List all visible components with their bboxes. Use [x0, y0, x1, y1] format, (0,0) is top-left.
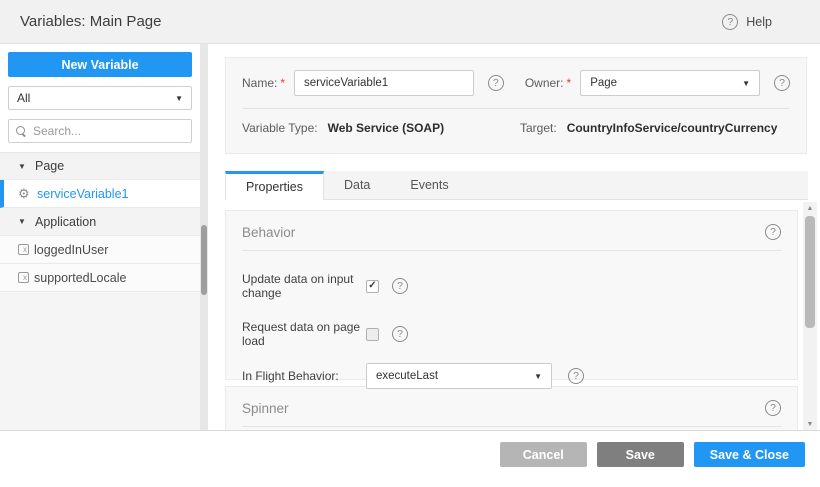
tab-data[interactable]: Data [324, 171, 390, 199]
request-data-checkbox[interactable]: ✓ [366, 328, 379, 341]
tree-group-application[interactable]: ▼ Application [0, 208, 200, 236]
divider [242, 426, 781, 427]
variables-dialog: Variables: Main Page ? Help New Variable… [0, 0, 820, 487]
update-data-checkbox[interactable]: ✓ [366, 280, 379, 293]
chevron-down-icon: ▼ [742, 79, 750, 88]
caret-down-icon: ▼ [18, 217, 30, 226]
properties-scroll-area: Behavior ? Update data on input change ✓… [208, 200, 820, 430]
static-variable-icon: x [18, 244, 29, 255]
variables-sidebar: New Variable All ▼ ▼ Page ⚙ serviceVaria… [0, 44, 200, 430]
sidebar-controls: New Variable All ▼ [0, 44, 200, 152]
dialog-footer: Cancel Save Save & Close [0, 430, 820, 487]
behavior-section: Behavior ? Update data on input change ✓… [225, 210, 798, 380]
in-flight-label: In Flight Behavior: [242, 369, 366, 383]
in-flight-select[interactable]: executeLast ▼ [366, 363, 552, 389]
search-icon [16, 126, 27, 137]
dialog-header: Variables: Main Page ? Help [0, 0, 820, 44]
spinner-section-title: Spinner [242, 401, 289, 416]
tree-item-supportedlocale[interactable]: x supportedLocale [0, 264, 200, 292]
scroll-down-icon[interactable]: ▼ [803, 418, 817, 430]
divider [242, 108, 790, 109]
variable-type-label: Variable Type: [242, 121, 318, 135]
variable-summary-panel: Name: * ? Owner: * Page ▼ ? Variable Typ… [225, 57, 807, 154]
variable-search[interactable] [8, 119, 192, 143]
tree-item-label: supportedLocale [34, 271, 126, 285]
owner-select[interactable]: Page ▼ [580, 70, 760, 96]
scroll-up-icon[interactable]: ▲ [803, 202, 817, 214]
variable-filter-select[interactable]: All ▼ [8, 86, 192, 110]
update-data-row: Update data on input change ✓ ? [242, 272, 781, 300]
target-label: Target: [520, 121, 557, 135]
tree-group-label: Application [35, 215, 96, 229]
check-icon: ✓ [368, 281, 376, 291]
properties-scrollbar[interactable]: ▲ ▼ [803, 202, 817, 430]
request-data-row: Request data on page load ✓ ? [242, 320, 781, 348]
static-variable-icon: x [18, 272, 29, 283]
required-asterisk: * [280, 76, 285, 90]
save-button[interactable]: Save [597, 442, 684, 467]
owner-label: Owner: [525, 76, 564, 90]
save-and-close-button[interactable]: Save & Close [694, 442, 805, 467]
request-data-help-icon[interactable]: ? [392, 326, 408, 342]
variable-detail-pane: Name: * ? Owner: * Page ▼ ? Variable Typ… [208, 44, 820, 430]
detail-tabbar: Properties Data Events [225, 171, 808, 200]
update-data-help-icon[interactable]: ? [392, 278, 408, 294]
search-input[interactable] [33, 124, 183, 138]
help-label: Help [746, 15, 772, 29]
cancel-button[interactable]: Cancel [500, 442, 587, 467]
spinner-help-icon[interactable]: ? [765, 400, 781, 416]
new-variable-button[interactable]: New Variable [8, 52, 192, 77]
spinner-section: Spinner ? [225, 386, 798, 430]
service-variable-icon: ⚙ [18, 187, 32, 200]
tree-item-servicevariable1[interactable]: ⚙ serviceVariable1 [0, 180, 200, 208]
in-flight-help-icon[interactable]: ? [568, 368, 584, 384]
required-asterisk: * [567, 76, 572, 90]
page-title: Variables: Main Page [20, 13, 161, 30]
sidebar-scrollbar[interactable] [200, 44, 208, 430]
tree-group-label: Page [35, 159, 64, 173]
sidebar-scrollbar-thumb[interactable] [201, 225, 207, 295]
tab-events[interactable]: Events [390, 171, 468, 199]
variable-type-value: Web Service (SOAP) [328, 121, 444, 135]
owner-value: Page [590, 77, 617, 89]
divider [242, 250, 781, 251]
chevron-down-icon: ▼ [175, 94, 183, 103]
tree-item-loggedinuser[interactable]: x loggedInUser [0, 236, 200, 264]
help-button[interactable]: ? Help [722, 14, 772, 30]
name-field[interactable] [294, 70, 474, 96]
behavior-section-title: Behavior [242, 225, 295, 240]
behavior-help-icon[interactable]: ? [765, 224, 781, 240]
request-data-label: Request data on page load [242, 320, 366, 348]
name-help-icon[interactable]: ? [488, 75, 504, 91]
variable-filter-value: All [17, 91, 30, 105]
owner-help-icon[interactable]: ? [774, 75, 790, 91]
update-data-label: Update data on input change [242, 272, 366, 300]
chevron-down-icon: ▼ [534, 372, 542, 381]
in-flight-value: executeLast [376, 370, 438, 382]
tree-item-label: serviceVariable1 [37, 187, 128, 201]
name-label: Name: [242, 76, 277, 90]
target-value: CountryInfoService/countryCurrency [567, 121, 778, 135]
variable-tree: ▼ Page ⚙ serviceVariable1 ▼ Application … [0, 152, 200, 292]
tree-group-page[interactable]: ▼ Page [0, 152, 200, 180]
help-icon: ? [722, 14, 738, 30]
tab-properties[interactable]: Properties [225, 171, 324, 200]
caret-down-icon: ▼ [18, 162, 30, 171]
properties-scrollbar-thumb[interactable] [805, 216, 815, 328]
tree-item-label: loggedInUser [34, 243, 108, 257]
